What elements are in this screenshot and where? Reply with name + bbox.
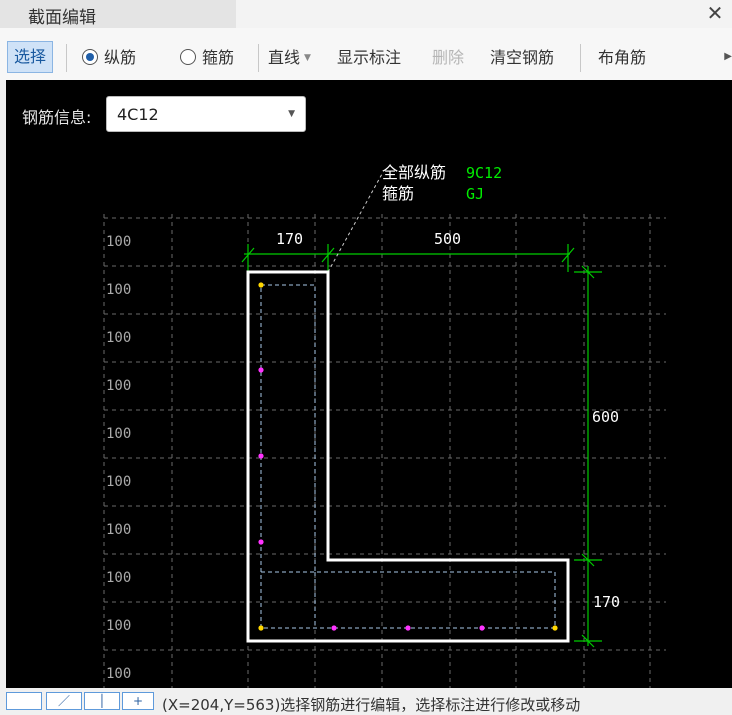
middle-rebar[interactable] [331,625,337,631]
section-canvas[interactable]: 100 100 100 100 100 100 100 100 100 100 [6,80,732,688]
toolbar-separator [580,44,581,72]
leader-line [327,173,383,273]
line-type-dropdown[interactable]: 直线 ▼ [268,44,311,68]
corner-rebar[interactable] [258,625,264,631]
chevron-right-icon[interactable]: ▶ [724,51,732,62]
l-section-outline[interactable] [246,270,570,643]
all-longitudinal-value[interactable]: 9C12 [466,164,502,182]
title-bar: 截面编辑 ✕ [0,0,732,28]
middle-rebar[interactable] [258,539,264,545]
grid-label: 100 [106,378,131,394]
stirrup-outline[interactable] [260,284,556,629]
status-bar: ／ │ + (X=204,Y=563)选择钢筋进行编辑，选择标注进行修改或移动 [0,688,732,714]
vertical-line-icon[interactable]: │ [84,692,120,710]
corner-rebar[interactable] [258,282,264,288]
close-icon[interactable]: ✕ [702,0,728,26]
stirrup-label[interactable]: 箍筋 [382,184,414,203]
grid-label: 100 [106,234,131,250]
stirrup-radio[interactable]: 箍筋 [180,44,234,68]
rebar-points [258,282,558,631]
radio-checked-icon [82,49,98,65]
grid-label: 100 [106,618,131,634]
section-drawing: 100 100 100 100 100 100 100 100 100 100 全部纵筋 9C12… [103,163,666,688]
window-title: 截面编辑 [28,8,96,28]
grid-label: 100 [106,474,131,490]
chevron-down-icon: ▼ [304,53,311,63]
all-longitudinal-label[interactable]: 全部纵筋 [382,163,446,182]
longitudinal-radio[interactable]: 纵筋 [82,44,136,68]
select-button[interactable]: 选择 [7,41,54,73]
grid-label: 100 [106,522,131,538]
show-annotation-button[interactable]: 显示标注 [337,44,401,68]
line-type-value: 直线 [268,48,301,67]
line-tool-icon[interactable]: ／ [46,692,82,710]
middle-rebar[interactable] [258,453,264,459]
stirrup-radio-label: 箍筋 [202,48,235,67]
toolbar-separator [66,44,67,72]
status-tool-button[interactable] [6,692,42,710]
longitudinal-radio-label: 纵筋 [104,48,137,67]
dimension-text-top-right[interactable]: 500 [434,230,461,248]
radio-unchecked-icon [180,49,196,65]
grid-label: 100 [106,570,131,586]
grid-label: 100 [106,426,131,442]
corner-rebar-button[interactable]: 布角筋 [598,44,646,68]
dimension-lines [241,244,602,648]
rebar-info-value: 4C12 [117,105,159,124]
middle-rebar[interactable] [258,367,264,373]
plus-icon[interactable]: + [122,692,154,710]
dimension-text-top-left[interactable]: 170 [276,230,303,248]
rebar-info-label: 钢筋信息: [22,108,92,127]
chevron-down-icon: ▼ [288,109,295,119]
middle-rebar[interactable] [479,625,485,631]
corner-rebar[interactable] [552,625,558,631]
grid-label: 100 [106,330,131,346]
delete-button[interactable]: 删除 [432,44,464,68]
clear-rebar-button[interactable]: 清空钢筋 [490,44,554,68]
grid-labels: 100 100 100 100 100 100 100 100 100 100 [106,234,131,682]
toolbar-separator [258,44,259,72]
grid-label: 100 [106,282,131,298]
status-text: (X=204,Y=563)选择钢筋进行编辑，选择标注进行修改或移动 [162,696,581,714]
grid-label: 100 [106,666,131,682]
rebar-info-select[interactable]: 4C12 ▼ [106,96,306,132]
toolbar: 选择 纵筋 箍筋 直线 ▼ 显示标注 删除 清空钢筋 布角筋 ▶ [0,28,732,80]
stirrup-value[interactable]: GJ [466,185,484,203]
middle-rebar[interactable] [405,625,411,631]
dimension-text-right-top[interactable]: 600 [592,408,619,426]
dimension-text-right-bottom[interactable]: 170 [593,593,620,611]
background-grid [103,214,666,688]
